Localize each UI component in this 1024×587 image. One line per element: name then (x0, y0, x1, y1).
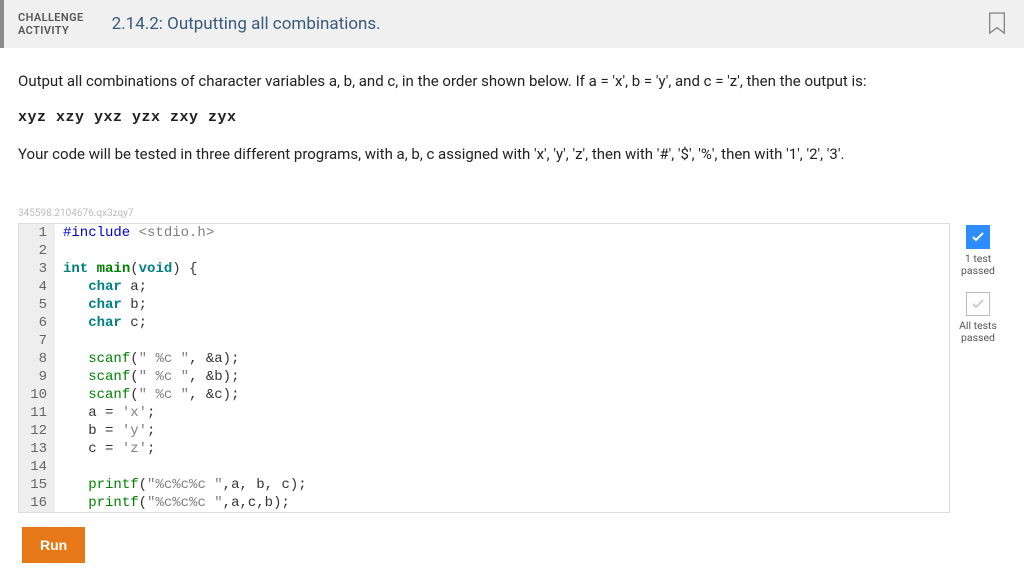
line-number: 8 (19, 350, 55, 368)
test-status-column: 1 test passed All tests passed (950, 223, 1006, 513)
challenge-activity-label: CHALLENGE ACTIVITY (4, 0, 98, 48)
line-number: 6 (19, 314, 55, 332)
code-text[interactable]: char b; (55, 296, 147, 314)
code-text[interactable]: b = 'y'; (55, 422, 155, 440)
code-text[interactable]: char a; (55, 278, 147, 296)
code-editor[interactable]: 1#include <stdio.h>2 3int main(void) {4 … (18, 223, 950, 513)
all-tests-pass-icon (966, 292, 990, 316)
sample-output: xyz xzy yxz yzx zxy zyx (18, 107, 1006, 130)
code-line[interactable]: 6 char c; (19, 314, 949, 332)
code-text[interactable]: scanf(" %c ", &c); (55, 386, 239, 404)
line-number: 16 (19, 494, 55, 512)
code-text[interactable]: c = 'z'; (55, 440, 155, 458)
line-number: 7 (19, 332, 55, 350)
code-line[interactable]: 16 printf("%c%c%c ",a,c,b); (19, 494, 949, 512)
code-line[interactable]: 12 b = 'y'; (19, 422, 949, 440)
code-text[interactable]: scanf(" %c ", &a); (55, 350, 239, 368)
run-row: Run (0, 513, 1024, 581)
bookmark-icon[interactable] (970, 0, 1024, 48)
code-text[interactable]: int main(void) { (55, 260, 197, 278)
line-number: 4 (19, 278, 55, 296)
line-number: 1 (19, 224, 55, 242)
code-text[interactable] (55, 458, 71, 476)
line-number: 9 (19, 368, 55, 386)
watermark-id: 345598.2104676.qx3zqy7 (0, 208, 1024, 219)
code-line[interactable]: 13 c = 'z'; (19, 440, 949, 458)
code-line[interactable]: 10 scanf(" %c ", &c); (19, 386, 949, 404)
code-text[interactable]: a = 'x'; (55, 404, 155, 422)
instructions-area: Output all combinations of character var… (0, 48, 1024, 190)
challenge-header: CHALLENGE ACTIVITY 2.14.2: Outputting al… (0, 0, 1024, 48)
code-line[interactable]: 3int main(void) { (19, 260, 949, 278)
line-number: 13 (19, 440, 55, 458)
code-line[interactable]: 7 (19, 332, 949, 350)
line-number: 12 (19, 422, 55, 440)
line-number: 3 (19, 260, 55, 278)
label-line2: ACTIVITY (18, 24, 84, 37)
code-line[interactable]: 8 scanf(" %c ", &a); (19, 350, 949, 368)
line-number: 2 (19, 242, 55, 260)
code-line[interactable]: 5 char b; (19, 296, 949, 314)
code-text[interactable] (55, 242, 71, 260)
code-text[interactable]: scanf(" %c ", &b); (55, 368, 239, 386)
code-line[interactable]: 15 printf("%c%c%c ",a, b, c); (19, 476, 949, 494)
run-button[interactable]: Run (22, 527, 85, 563)
code-line[interactable]: 14 (19, 458, 949, 476)
line-number: 11 (19, 404, 55, 422)
one-test-label: 1 test passed (950, 253, 1006, 278)
code-line[interactable]: 2 (19, 242, 949, 260)
challenge-title: 2.14.2: Outputting all combinations. (98, 0, 970, 48)
all-tests-label: All tests passed (950, 320, 1006, 345)
code-text[interactable]: char c; (55, 314, 147, 332)
code-line[interactable]: 11 a = 'x'; (19, 404, 949, 422)
instructions-p1: Output all combinations of character var… (18, 70, 1006, 93)
one-test-pass-icon (966, 225, 990, 249)
line-number: 10 (19, 386, 55, 404)
code-text[interactable]: printf("%c%c%c ",a, b, c); (55, 476, 307, 494)
line-number: 14 (19, 458, 55, 476)
code-text[interactable] (55, 332, 71, 350)
line-number: 15 (19, 476, 55, 494)
line-number: 5 (19, 296, 55, 314)
label-line1: CHALLENGE (18, 11, 84, 24)
workspace: 1#include <stdio.h>2 3int main(void) {4 … (0, 223, 1024, 513)
code-text[interactable]: printf("%c%c%c ",a,c,b); (55, 494, 290, 512)
code-line[interactable]: 4 char a; (19, 278, 949, 296)
code-text[interactable]: #include <stdio.h> (55, 224, 214, 242)
code-line[interactable]: 1#include <stdio.h> (19, 224, 949, 242)
instructions-p2: Your code will be tested in three differ… (18, 143, 1006, 166)
code-line[interactable]: 9 scanf(" %c ", &b); (19, 368, 949, 386)
